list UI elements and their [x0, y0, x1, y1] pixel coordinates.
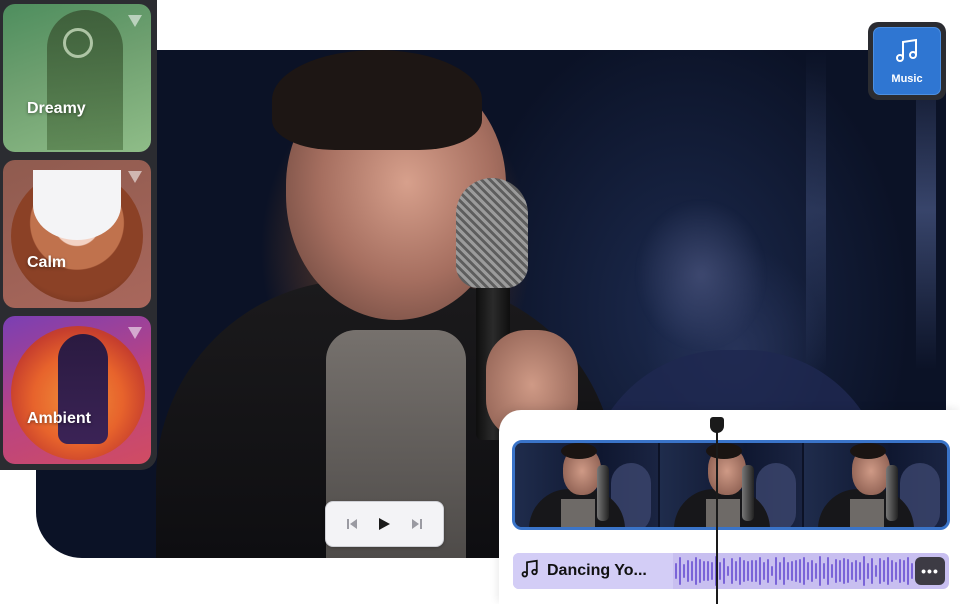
waveform-bar	[711, 561, 713, 581]
waveform-bar	[899, 559, 901, 583]
playhead-line	[716, 428, 718, 604]
waveform-bar	[803, 557, 805, 585]
waveform-bar	[707, 560, 709, 582]
playback-controls	[325, 501, 444, 547]
waveform-bar	[903, 559, 905, 583]
microphone-grille	[456, 178, 528, 288]
waveform-bar	[887, 557, 889, 585]
waveform-bar	[739, 556, 741, 586]
music-tile: Music	[868, 22, 946, 100]
waveform-bar	[847, 558, 849, 584]
waveform-bar	[799, 558, 801, 584]
waveform-bar	[827, 557, 829, 585]
waveform-bar	[867, 562, 869, 580]
waveform-bar	[759, 556, 761, 586]
waveform-bar	[815, 563, 817, 579]
waveform-bar	[839, 559, 841, 583]
waveform-bar	[795, 559, 797, 583]
headphones-artwork	[63, 28, 93, 58]
waveform-bar	[911, 562, 913, 580]
waveform-bar	[895, 562, 897, 580]
premium-badge-icon	[127, 326, 143, 345]
waveform-bar	[787, 561, 789, 581]
skip-back-icon[interactable]	[339, 511, 365, 537]
more-options-button[interactable]: •••	[915, 557, 945, 585]
music-note-icon	[521, 559, 539, 584]
waveform-bar	[783, 556, 785, 586]
waveform-bar	[775, 556, 777, 585]
waveform-bar	[883, 560, 885, 582]
waveform-bar	[807, 561, 809, 581]
waveform-bar	[703, 560, 705, 582]
mood-label: Ambient	[27, 410, 91, 427]
waveform-bar	[731, 558, 733, 584]
play-icon[interactable]	[371, 511, 397, 537]
waveform-bar	[683, 563, 685, 579]
waveform-bar	[751, 560, 753, 582]
waveform-bar	[727, 566, 729, 576]
background-person-head	[636, 200, 766, 350]
clip-thumbnail	[659, 443, 805, 527]
audio-track-label: Dancing Yo...	[513, 553, 673, 589]
waveform-bar	[771, 565, 773, 577]
waveform-bar	[859, 561, 861, 581]
music-note-icon	[895, 38, 919, 69]
waveform-bar	[879, 557, 881, 585]
stage-light	[806, 50, 826, 370]
waveform-bar	[891, 560, 893, 582]
waveform-bar	[691, 560, 693, 582]
waveform-bar	[675, 563, 677, 579]
waveform-bar	[811, 560, 813, 582]
clip-thumbnail	[515, 443, 660, 527]
premium-badge-icon	[127, 170, 143, 189]
audio-track-title: Dancing Yo...	[547, 562, 647, 579]
waveform-bar	[687, 559, 689, 583]
mood-panel: Dreamy Calm Ambient	[0, 0, 157, 470]
audio-track[interactable]: Dancing Yo... •••	[513, 553, 949, 589]
singer-hair	[272, 50, 482, 150]
clip-thumbnail	[804, 443, 947, 527]
music-button-label: Music	[891, 72, 923, 85]
music-button[interactable]: Music	[873, 27, 941, 95]
waveform-bar	[907, 556, 909, 586]
mood-card-dreamy[interactable]: Dreamy	[3, 4, 151, 152]
timeline-panel: Dancing Yo... •••	[499, 410, 960, 604]
waveform-bar	[767, 558, 769, 584]
waveform-bar	[719, 562, 721, 580]
waveform-bar	[743, 560, 745, 582]
waveform-bar	[695, 557, 697, 585]
premium-badge-icon	[127, 14, 143, 33]
waveform-bar	[723, 557, 725, 585]
waveform-bar	[755, 559, 757, 583]
mood-label: Dreamy	[27, 100, 86, 117]
waveform-bar	[791, 560, 793, 582]
waveform-bar	[871, 558, 873, 584]
playhead-handle[interactable]	[710, 417, 724, 433]
waveform-bar	[875, 565, 877, 577]
waveform-bar	[823, 562, 825, 580]
waveform-bar	[779, 561, 781, 581]
mood-card-calm[interactable]: Calm	[3, 160, 151, 308]
waveform-bar	[863, 556, 865, 586]
waveform-bar	[747, 561, 749, 581]
skip-forward-icon[interactable]	[404, 511, 430, 537]
mood-label: Calm	[27, 254, 67, 271]
waveform-bar	[831, 564, 833, 578]
video-clip[interactable]	[512, 440, 950, 530]
waveform-bar	[851, 561, 853, 581]
waveform-bar	[699, 558, 701, 584]
waveform-bar	[819, 556, 821, 586]
waveform-bar	[735, 560, 737, 582]
headphones-artwork	[33, 170, 121, 240]
mood-card-ambient[interactable]: Ambient	[3, 316, 151, 464]
waveform-bar	[679, 556, 681, 586]
waveform-bar	[835, 559, 837, 583]
audio-waveform	[673, 553, 915, 589]
waveform-bar	[855, 559, 857, 583]
waveform-bar	[843, 557, 845, 585]
waveform-bar	[763, 561, 765, 581]
